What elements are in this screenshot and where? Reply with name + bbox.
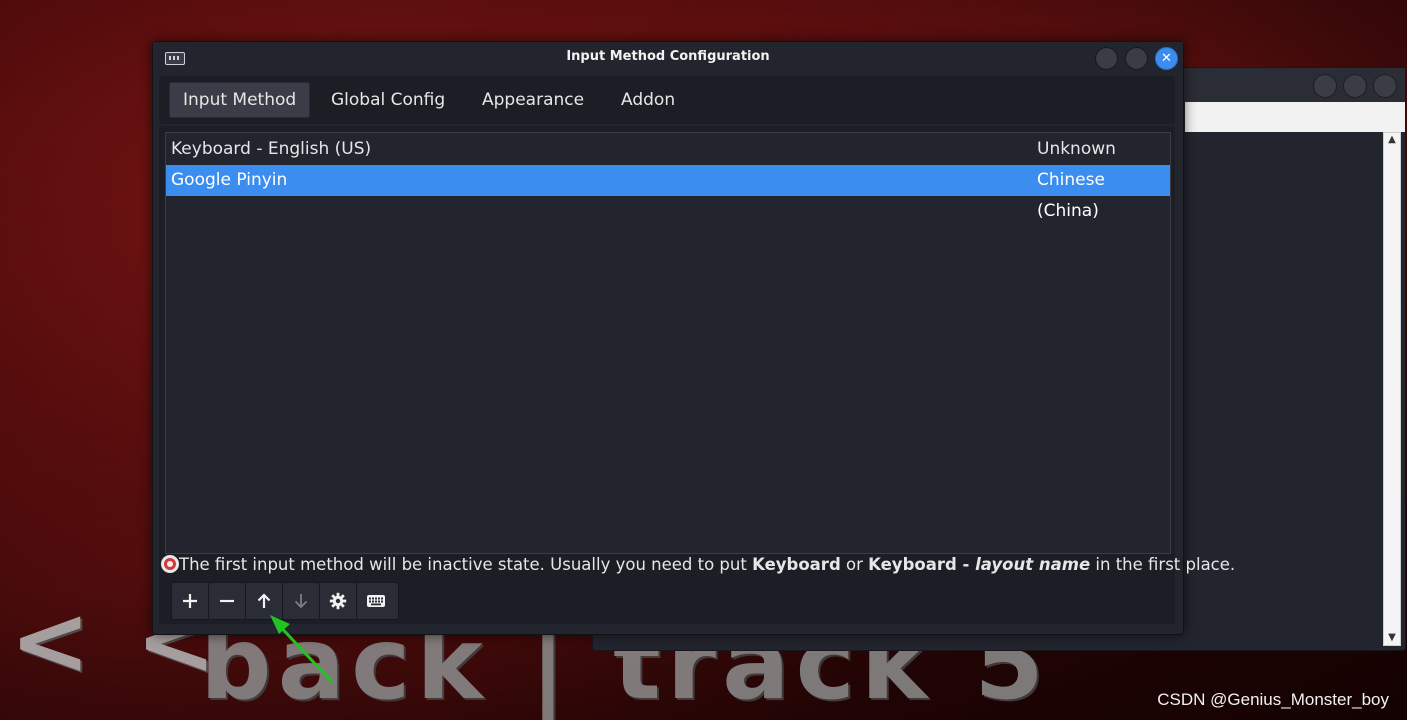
background-window-header: [1185, 102, 1405, 132]
input-method-language: Chinese (China): [1037, 170, 1105, 221]
list-item[interactable]: Google Pinyin Chinese (China): [166, 165, 1170, 221]
scroll-down-icon[interactable]: ▼: [1384, 631, 1400, 645]
gear-icon: [329, 592, 347, 610]
scroll-up-icon[interactable]: ▲: [1384, 133, 1400, 147]
vertical-scrollbar[interactable]: ▲ ▼: [1383, 132, 1401, 646]
watermark: CSDN @Genius_Monster_boy: [1157, 690, 1389, 709]
input-method-name: Keyboard - English (US): [171, 139, 372, 159]
arrow-up-icon: [257, 593, 271, 608]
keyboard-layout-button[interactable]: [357, 583, 394, 619]
remove-button[interactable]: [209, 583, 246, 619]
maximize-button[interactable]: [1125, 47, 1148, 70]
input-method-list[interactable]: Keyboard - English (US) Unknown Google P…: [165, 132, 1171, 554]
minimize-button[interactable]: [1313, 74, 1337, 98]
plus-icon: [183, 594, 197, 608]
tab-appearance[interactable]: Appearance: [468, 82, 598, 118]
input-method-name: Google Pinyin: [171, 170, 288, 190]
info-keyword-italic: layout name: [975, 555, 1091, 574]
window-title: Input Method Configuration: [566, 49, 770, 64]
info-message: The first input method will be inactive …: [159, 554, 1235, 576]
info-text: The first input method will be inactive …: [179, 555, 753, 574]
close-icon: ✕: [1161, 51, 1172, 66]
warning-icon: [161, 555, 179, 573]
list-item[interactable]: Keyboard - English (US) Unknown: [166, 134, 1170, 165]
maximize-button[interactable]: [1343, 74, 1367, 98]
tab-input-method[interactable]: Input Method: [169, 82, 311, 118]
add-button[interactable]: [172, 583, 209, 619]
info-keyword: Keyboard -: [868, 555, 976, 574]
tab-addon[interactable]: Addon: [607, 82, 689, 118]
info-text: in the first place.: [1090, 555, 1236, 574]
minus-icon: [220, 599, 234, 603]
arrow-down-icon: [294, 594, 308, 609]
close-button[interactable]: [1373, 74, 1397, 98]
input-method-configuration-window: Input Method Configuration ✕ Input Metho…: [152, 41, 1235, 635]
annotation-arrow-icon: [270, 615, 334, 684]
keyboard-icon: [366, 595, 385, 607]
input-method-language: Unknown: [1037, 139, 1116, 159]
info-text: or: [840, 555, 869, 574]
close-button[interactable]: ✕: [1155, 47, 1178, 70]
titlebar: Input Method Configuration ✕: [153, 42, 1183, 74]
tab-bar: Input Method Global Config Appearance Ad…: [159, 76, 1175, 124]
info-keyword: Keyboard: [752, 555, 841, 574]
minimize-button[interactable]: [1095, 47, 1118, 70]
tab-content: Keyboard - English (US) Unknown Google P…: [159, 126, 1235, 624]
tab-global-config[interactable]: Global Config: [317, 82, 459, 118]
